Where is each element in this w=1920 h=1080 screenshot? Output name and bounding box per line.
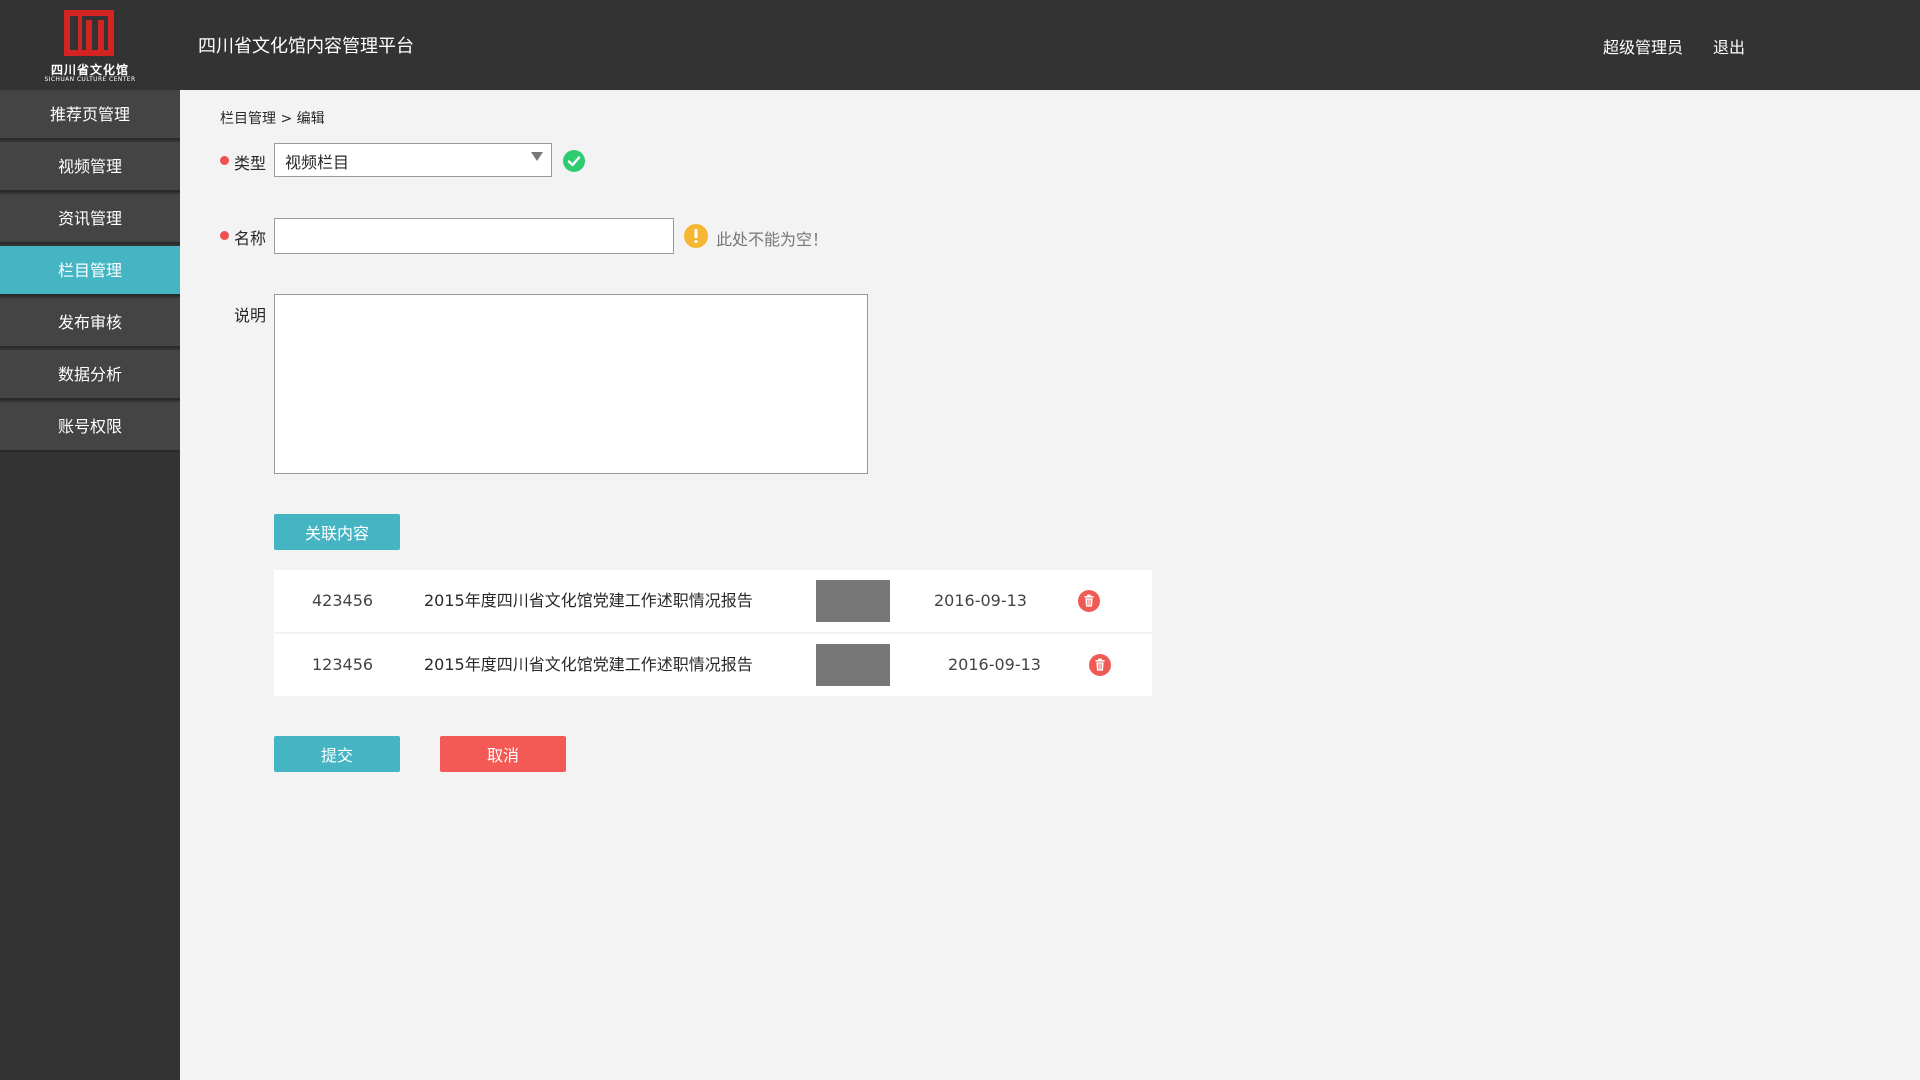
name-input[interactable]: [274, 218, 674, 254]
warning-icon: [684, 224, 708, 248]
sidebar-item-review[interactable]: 发布审核: [0, 298, 180, 348]
name-error-text: 此处不能为空！: [716, 230, 829, 249]
item-date: 2016-09-13: [948, 655, 1041, 674]
link-content-button[interactable]: 关联内容: [274, 514, 400, 550]
item-thumbnail: [816, 580, 890, 622]
sidebar-item-accounts[interactable]: 账号权限: [0, 402, 180, 452]
caret-down-icon: [531, 152, 543, 161]
sidebar-item-news[interactable]: 资讯管理: [0, 194, 180, 244]
user-area: 超级管理员 退出: [1603, 34, 1745, 58]
trash-icon[interactable]: [1089, 654, 1111, 676]
sidebar-item-video[interactable]: 视频管理: [0, 142, 180, 192]
item-date: 2016-09-13: [934, 591, 1027, 610]
user-name-link[interactable]: 超级管理员: [1603, 34, 1683, 58]
sidebar-item-analytics[interactable]: 数据分析: [0, 350, 180, 400]
logo: 四川省文化馆 SICHUAN CULTURE CENTER: [40, 8, 140, 84]
top-header: 四川省文化馆 SICHUAN CULTURE CENTER 四川省文化馆内容管理…: [0, 0, 1920, 90]
desc-label: 说明: [234, 306, 267, 325]
item-thumbnail: [816, 644, 890, 686]
list-item: 423456 2015年度四川省文化馆党建工作述职情况报告 2016-09-13: [274, 570, 1152, 632]
name-label: 名称: [234, 229, 267, 248]
item-id: 423456: [312, 591, 374, 610]
cancel-button[interactable]: 取消: [440, 736, 566, 772]
type-select[interactable]: 视频栏目: [274, 143, 552, 177]
platform-title: 四川省文化馆内容管理平台: [198, 36, 414, 57]
item-title: 2015年度四川省文化馆党建工作述职情况报告: [424, 591, 753, 610]
submit-button[interactable]: 提交: [274, 736, 400, 772]
sidebar: 推荐页管理 视频管理 资讯管理 栏目管理 发布审核 数据分析 账号权限: [0, 90, 180, 1080]
list-item: 123456 2015年度四川省文化馆党建工作述职情况报告 2016-09-13: [274, 634, 1152, 696]
related-content-list: 423456 2015年度四川省文化馆党建工作述职情况报告 2016-09-13…: [274, 570, 1152, 698]
required-dot: [220, 156, 229, 165]
item-title: 2015年度四川省文化馆党建工作述职情况报告: [424, 655, 753, 674]
sidebar-item-column[interactable]: 栏目管理: [0, 246, 180, 296]
sidebar-item-recommend[interactable]: 推荐页管理: [0, 90, 180, 140]
logo-mark-icon: [64, 10, 114, 56]
trash-icon[interactable]: [1078, 590, 1100, 612]
item-id: 123456: [312, 655, 374, 674]
type-label: 类型: [234, 154, 267, 173]
check-circle-icon: [563, 150, 585, 172]
logout-link[interactable]: 退出: [1713, 34, 1745, 58]
description-textarea[interactable]: [274, 294, 868, 474]
required-dot: [220, 231, 229, 240]
breadcrumb: 栏目管理 > 编辑: [220, 111, 325, 127]
logo-text-en: SICHUAN CULTURE CENTER: [44, 76, 136, 83]
page: 四川省文化馆 SICHUAN CULTURE CENTER 四川省文化馆内容管理…: [0, 0, 1920, 1080]
type-select-value: 视频栏目: [285, 153, 350, 172]
